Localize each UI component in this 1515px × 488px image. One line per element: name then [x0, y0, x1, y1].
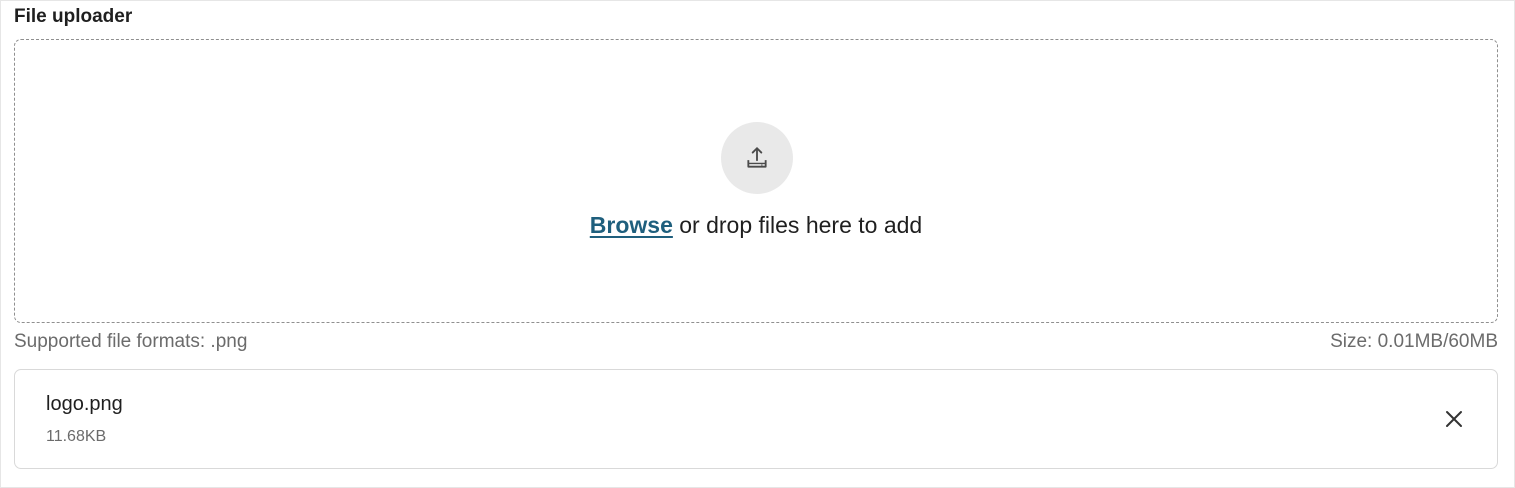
remove-file-button[interactable]: [1441, 406, 1467, 432]
file-uploader-panel: File uploader Browse or drop files here …: [0, 0, 1515, 488]
supported-formats-text: Supported file formats: .png: [14, 331, 248, 352]
file-name: logo.png: [46, 393, 123, 415]
size-usage-text: Size: 0.01MB/60MB: [1330, 331, 1498, 352]
uploader-title: File uploader: [14, 6, 133, 27]
file-size: 11.68KB: [46, 428, 107, 445]
file-dropzone[interactable]: Browse or drop files here to add: [14, 39, 1498, 323]
dropzone-instruction: Browse or drop files here to add: [15, 210, 1497, 240]
uploaded-file-item: logo.png 11.68KB: [14, 369, 1498, 469]
upload-icon: [747, 147, 767, 168]
upload-icon-circle[interactable]: [721, 122, 793, 194]
drop-hint-text: or drop files here to add: [672, 212, 923, 238]
close-icon: [1446, 411, 1462, 427]
browse-link[interactable]: Browse: [590, 212, 673, 238]
